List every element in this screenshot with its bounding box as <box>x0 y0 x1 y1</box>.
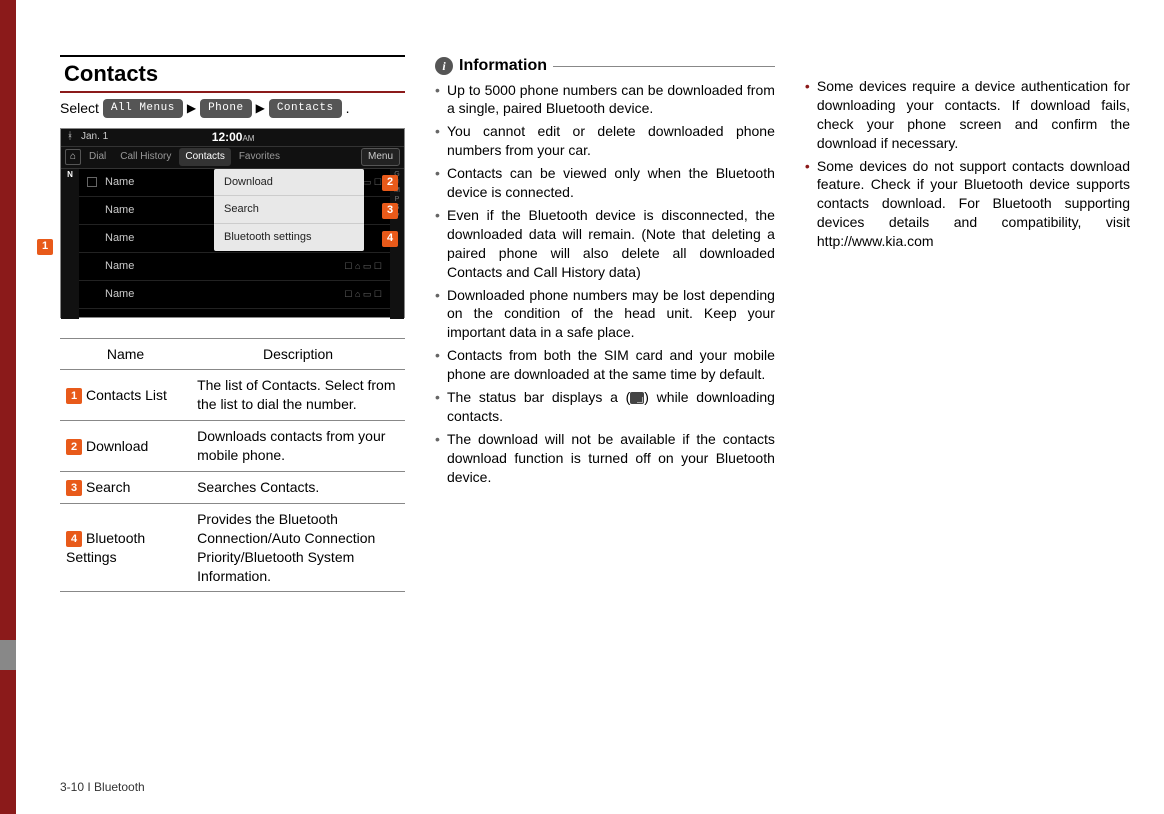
section-title-bar: Contacts <box>60 55 405 93</box>
info-list-right: Some devices require a device authentica… <box>805 77 1130 251</box>
contact-list: Name☐ ⌂ ▭ ☐ Name Name Name☐ ⌂ ▭ ☐ Name☐ … <box>79 169 390 319</box>
dd-download: Download <box>214 169 364 197</box>
badge-3: 3 <box>66 480 82 496</box>
info-item: Contacts from both the SIM card and your… <box>435 346 775 384</box>
tab-call-history: Call History <box>114 148 177 166</box>
arrow-icon: ▶ <box>187 100 196 116</box>
info-icon: i <box>435 57 453 75</box>
select-label: Select <box>60 99 99 118</box>
badge-4: 4 <box>66 531 82 547</box>
info-item: The download will not be available if th… <box>435 430 775 487</box>
row2-name: Download <box>86 438 148 454</box>
status-clock: 12:00 <box>212 130 243 144</box>
row1-desc: The list of Contacts. Select from the li… <box>191 370 405 421</box>
badge-2: 2 <box>66 439 82 455</box>
period: . <box>346 99 350 118</box>
info-list: Up to 5000 phone numbers can be download… <box>435 81 775 487</box>
callout-1: 1 <box>37 239 53 255</box>
content-columns: Contacts Select All Menus ▶ Phone ▶ Cont… <box>60 55 1130 592</box>
dd-bt-settings: Bluetooth settings <box>214 224 364 251</box>
manual-page: Contacts Select All Menus ▶ Phone ▶ Cont… <box>0 0 1164 814</box>
row3-desc: Searches Contacts. <box>191 472 405 504</box>
callout-4: 4 <box>382 231 398 247</box>
info-heading: i Information <box>435 55 775 77</box>
row1-name: Contacts List <box>86 387 167 403</box>
tab-bar: ⌂ Dial Call History Contacts Favorites M… <box>61 147 404 169</box>
row2-desc: Downloads contacts from your mobile phon… <box>191 421 405 472</box>
info-item: Downloaded phone numbers may be lost dep… <box>435 286 775 343</box>
th-name: Name <box>60 338 191 370</box>
dropdown-menu: Download Search Bluetooth settings <box>214 169 364 252</box>
nav-btn-phone: Phone <box>200 99 252 118</box>
tab-contacts: Contacts <box>179 148 230 166</box>
home-icon: ⌂ <box>65 149 81 165</box>
column-3: Some devices require a device authentica… <box>805 55 1130 592</box>
status-bar: ᚼ Jan. 1 12:00AM <box>61 129 404 147</box>
info-item: Some devices require a device authentica… <box>805 77 1130 153</box>
column-2: i Information Up to 5000 phone numbers c… <box>435 55 775 592</box>
sidebar-tab <box>0 640 16 670</box>
page-footer: 3-10 I Bluetooth <box>60 780 145 794</box>
row3-name: Search <box>86 479 130 495</box>
device-screenshot: ᚼ Jan. 1 12:00AM ⌂ Dial Call History Con… <box>60 128 405 318</box>
callout-3: 3 <box>382 203 398 219</box>
description-table: Name Description 1Contacts List The list… <box>60 338 405 593</box>
info-label: Information <box>459 55 547 77</box>
info-item: Up to 5000 phone numbers can be download… <box>435 81 775 119</box>
info-divider <box>553 66 775 67</box>
download-status-icon <box>630 392 644 404</box>
nav-btn-all-menus: All Menus <box>103 99 183 118</box>
bt-icon: ᚼ <box>67 130 73 144</box>
section-title: Contacts <box>60 59 162 91</box>
breadcrumb-line: Select All Menus ▶ Phone ▶ Contacts . <box>60 99 405 118</box>
alpha-left: N <box>61 169 79 319</box>
status-date: Jan. 1 <box>81 130 108 144</box>
tab-favorites: Favorites <box>233 148 286 166</box>
list-row: Name☐ ⌂ ▭ ☐ <box>79 253 390 281</box>
info-item: Contacts can be viewed only when the Blu… <box>435 164 775 202</box>
callout-2: 2 <box>382 175 398 191</box>
info-item: You cannot edit or delete downloaded pho… <box>435 122 775 160</box>
column-1: Contacts Select All Menus ▶ Phone ▶ Cont… <box>60 55 405 592</box>
list-row: Name☐ ⌂ ▭ ☐ <box>79 281 390 309</box>
dd-search: Search <box>214 196 364 224</box>
tab-dial: Dial <box>83 148 112 166</box>
row4-desc: Provides the Bluetooth Connection/Auto C… <box>191 503 405 592</box>
status-ampm: AM <box>242 134 254 143</box>
menu-button: Menu <box>361 148 400 166</box>
nav-btn-contacts: Contacts <box>269 99 342 118</box>
info-item: Even if the Bluetooth device is disconne… <box>435 206 775 282</box>
info-item: Some devices do not support contacts dow… <box>805 157 1130 251</box>
arrow-icon: ▶ <box>256 100 265 116</box>
th-desc: Description <box>191 338 405 370</box>
info-item: The status bar displays a () while downl… <box>435 388 775 426</box>
badge-1: 1 <box>66 388 82 404</box>
sidebar-accent <box>0 0 16 814</box>
